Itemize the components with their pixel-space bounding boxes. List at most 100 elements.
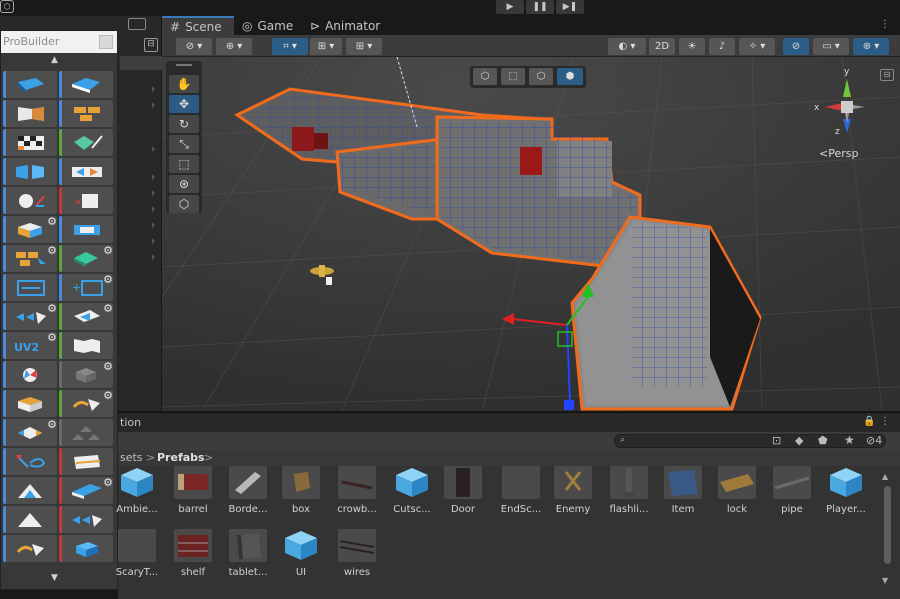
hierarchy-search[interactable] (120, 56, 162, 70)
offset-elements-button[interactable]: + ⚙ (59, 274, 113, 301)
asset-item[interactable]: box (271, 466, 331, 515)
project-tab-label[interactable]: tion (120, 416, 141, 429)
merge-objects-button[interactable] (59, 158, 113, 185)
asset-item[interactable]: Ambie... (107, 466, 167, 515)
asset-item[interactable]: pipe (762, 466, 822, 515)
overlay-drag-handle[interactable] (176, 64, 192, 66)
settings-gear-icon[interactable]: ⚙ (103, 390, 113, 402)
panel-menu-icon[interactable]: ⋮ (880, 19, 890, 30)
scroll-down-icon[interactable]: ▼ (882, 576, 888, 585)
shrink-selection-button[interactable]: ⚙ (59, 390, 113, 417)
asset-item[interactable]: Item (653, 466, 713, 515)
vertex-mode-icon[interactable]: ⬚ (501, 68, 525, 85)
asset-item[interactable]: ScaryT... (107, 529, 167, 578)
move-tool-icon[interactable]: ✥ (169, 95, 199, 113)
expand-arrow-icon[interactable]: › (151, 84, 155, 95)
material-editor-button[interactable] (59, 100, 113, 127)
asset-item[interactable]: Enemy (543, 466, 603, 515)
center-pivot-button[interactable] (3, 187, 57, 214)
asset-item[interactable]: wires (327, 529, 387, 578)
gizmo-lock-icon[interactable]: ⊟ (880, 69, 894, 81)
expand-arrow-icon[interactable]: › (151, 252, 155, 263)
expand-arrow-icon[interactable]: › (151, 236, 155, 247)
settings-gear-icon[interactable]: ⚙ (103, 245, 113, 257)
camera-dropdown[interactable]: ▭ ▾ (813, 38, 849, 55)
bridge-edges-button[interactable] (59, 506, 113, 533)
hidden-packages-icon[interactable]: ⊘4 (866, 434, 882, 447)
probuilder-title-bar[interactable]: ProBuilder (1, 31, 117, 53)
asset-item[interactable]: Door (433, 466, 493, 515)
orientation-gizmo[interactable]: y x z <Persp (807, 67, 887, 162)
scroll-down-icon[interactable]: ▼ (51, 573, 58, 583)
expand-arrow-icon[interactable]: › (151, 204, 155, 215)
vertex-colors-button[interactable] (59, 129, 113, 156)
hand-tool-icon[interactable]: ✋ (169, 75, 199, 93)
persp-label[interactable]: <Persp (819, 147, 858, 160)
close-icon[interactable] (99, 35, 113, 49)
settings-gear-icon[interactable]: ⚙ (47, 303, 57, 315)
expand-arrow-icon[interactable]: › (151, 188, 155, 199)
step-button[interactable]: ▶❚ (556, 0, 584, 14)
shading-mode-dropdown[interactable]: ◐ ▾ (608, 38, 646, 55)
search-by-label-icon[interactable]: ⬟ (818, 434, 828, 447)
project-menu-icon[interactable]: ⋮ (880, 416, 890, 427)
transform-tool-icon[interactable]: ⊛ (169, 175, 199, 193)
subdivide-button[interactable] (3, 274, 57, 301)
hidden-objects-icon[interactable]: ⊘ (783, 38, 809, 55)
scale-tool-icon[interactable]: ⤡ (169, 135, 199, 153)
scene-viewport[interactable]: ✋ ✥ ↻ ⤡ ⬚ ⊛ ⬡ ⬡ ⬚ ⬡ ⬢ y x z <Persp ⊟ (162, 57, 900, 411)
settings-gear-icon[interactable]: ⚙ (103, 274, 113, 286)
favorites-star-icon[interactable]: ★ (844, 433, 855, 447)
flip-face-edge-button[interactable] (3, 535, 57, 562)
asset-item[interactable]: shelf (163, 529, 223, 578)
smoothing-groups-button[interactable] (3, 129, 57, 156)
pause-button[interactable]: ❚❚ (526, 0, 554, 14)
mirror-button[interactable]: ⚙ (59, 361, 113, 388)
expand-arrow-icon[interactable]: › (151, 172, 155, 183)
gizmos-dropdown[interactable]: ⊕ ▾ (853, 38, 889, 55)
unity-logo-icon[interactable]: ⬡ (0, 0, 14, 13)
draw-mode-dropdown[interactable]: ⊘ ▾ (176, 38, 212, 55)
settings-gear-icon[interactable]: ⚙ (47, 332, 57, 344)
split-vertices-button[interactable] (59, 535, 113, 562)
asset-item[interactable]: flashli... (599, 466, 659, 515)
asset-item[interactable]: crowb... (327, 466, 387, 515)
fill-hole-button[interactable]: ⚙ (3, 245, 57, 272)
delete-edges-button[interactable] (59, 448, 113, 475)
uv-editor-button[interactable] (3, 100, 57, 127)
expand-arrow-icon[interactable]: › (151, 100, 155, 111)
asset-item[interactable]: UI (271, 529, 331, 578)
asset-item[interactable]: tablet... (218, 529, 278, 578)
detach-faces-button[interactable] (3, 477, 57, 504)
tab-scene[interactable]: # Scene (162, 16, 234, 35)
tab-animator[interactable]: ⊳ Animator (302, 16, 388, 35)
collapse-vertices-button[interactable] (59, 419, 113, 446)
select-hole-button[interactable]: ⚙ (59, 303, 113, 330)
play-button[interactable]: ▶ (496, 0, 524, 14)
project-lock-icon[interactable]: 🔒 (863, 416, 875, 427)
audio-icon[interactable]: ♪ (709, 38, 735, 55)
asset-item[interactable]: EndSc... (491, 466, 551, 515)
new-poly-shape-button[interactable] (59, 71, 113, 98)
rotate-tool-icon[interactable]: ↻ (169, 115, 199, 133)
hierarchy-menu-icon[interactable] (128, 18, 146, 30)
conform-normals-button[interactable] (3, 361, 57, 388)
rect-tool-icon[interactable]: ⬚ (169, 155, 199, 173)
increment-snap-dropdown[interactable]: ⊞ ▾ (310, 38, 342, 55)
asset-item[interactable]: lock (707, 466, 767, 515)
triangulate-button[interactable] (3, 390, 57, 417)
uv2-button[interactable]: UV2 ⚙ (3, 332, 57, 359)
asset-item[interactable]: Borde... (218, 466, 278, 515)
new-shape-button[interactable] (3, 71, 57, 98)
effects-dropdown[interactable]: ✧ ▾ (739, 38, 775, 55)
face-mode-icon[interactable]: ⬢ (557, 68, 583, 85)
grid-visibility-dropdown[interactable]: ⊞ ▾ (346, 38, 382, 55)
scroll-up-icon[interactable]: ▲ (51, 55, 58, 65)
edge-mode-icon[interactable]: ⬡ (529, 68, 553, 85)
scroll-up-icon[interactable]: ▲ (882, 472, 888, 481)
expand-arrow-icon[interactable]: › (151, 144, 155, 155)
toggle-2d-button[interactable]: 2D (649, 38, 675, 55)
weld-vertices-button[interactable]: ⚙ (3, 303, 57, 330)
merge-faces-button[interactable] (3, 506, 57, 533)
grow-selection-button[interactable]: ⚙ (59, 245, 113, 272)
